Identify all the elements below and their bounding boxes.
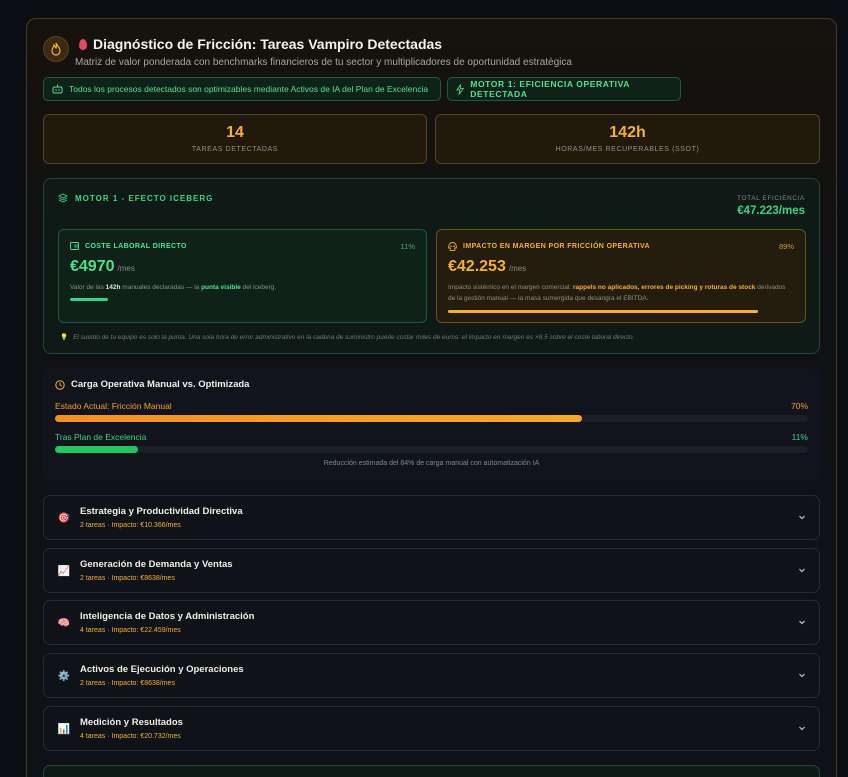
category-accordion-data[interactable]: 🧠 Inteligencia de Datos y Administración… [43, 600, 820, 645]
stat-hours-recoverable: 142h HORAS/MES RECUPERABLES (SSOT) [435, 114, 820, 164]
page-title-text: Diagnóstico de Fricción: Tareas Vampiro … [93, 36, 443, 52]
direct-labor-bar [70, 298, 108, 301]
current-state-percent: 70% [790, 401, 808, 411]
category-meta: 2 tareas · Impacto: €8638/mes [80, 575, 175, 582]
direct-labor-percent: 11% [400, 242, 415, 251]
total-efficiency-value: €47.223/mes [737, 205, 805, 217]
optimizable-chip-label: Todos los procesos detectados son optimi… [69, 84, 429, 94]
wallet-icon [70, 242, 79, 250]
bolt-icon [456, 83, 465, 95]
motor-chip-label: MOTOR 1: EFICIENCIA OPERATIVA DETECTADA [470, 79, 630, 99]
direct-labor-amount-value: €4970 [70, 258, 115, 275]
margin-impact-percent: 89% [778, 242, 794, 251]
margin-impact-description: Impacto sistémico en el margen comercial… [448, 282, 794, 304]
page-subtitle: Matriz de valor ponderada con benchmarks… [75, 57, 572, 68]
chevron-down-icon[interactable] [797, 723, 807, 733]
stat-value: 14 [226, 124, 244, 141]
current-state-fill [55, 415, 583, 422]
fire-icon [43, 36, 69, 62]
direct-labor-title: COSTE LABORAL DIRECTO [70, 242, 187, 250]
after-plan-track [55, 446, 808, 453]
workload-title: Carga Operativa Manual vs. Optimizada [55, 379, 249, 390]
iceberg-note-text: El sueldo de tu equipo es solo la punta.… [73, 333, 635, 341]
margin-impact-bar [448, 310, 758, 313]
clock-icon [55, 379, 65, 390]
chart-up-icon: 📈 [57, 565, 71, 577]
margin-impact-card: IMPACTO EN MARGEN POR FRICCIÓN OPERATIVA… [436, 229, 806, 323]
desc-hours: 142h [105, 284, 121, 291]
workload-title-text: Carga Operativa Manual vs. Optimizada [71, 379, 250, 390]
stat-label: TAREAS DETECTADAS [191, 146, 279, 153]
desc-part: del iceberg. [240, 284, 277, 291]
skull-icon [448, 242, 457, 251]
diagnostic-panel: Diagnóstico de Fricción: Tareas Vampiro … [26, 18, 837, 777]
desc-part: manuales declaradas — la [120, 284, 202, 291]
category-accordion-operations[interactable]: ⚙️ Activos de Ejecución y Operaciones 2 … [43, 653, 820, 698]
blood-drop-icon [79, 38, 87, 50]
iceberg-note: 💡 El sueldo de tu equipo es solo la punt… [60, 333, 635, 342]
layers-icon [58, 193, 68, 203]
chevron-down-icon[interactable] [797, 565, 807, 575]
optimizable-chip: Todos los procesos detectados son optimi… [43, 77, 441, 101]
category-accordion-strategy[interactable]: 🎯 Estrategia y Productividad Directiva 2… [43, 495, 820, 540]
category-name: Activos de Ejecución y Operaciones [80, 664, 244, 675]
direct-labor-unit: /mes [117, 264, 135, 273]
next-section-box [43, 765, 820, 777]
iceberg-title-text: MOTOR 1 - EFECTO ICEBERG [75, 193, 214, 203]
direct-labor-description: Valor de las 142h manuales declaradas — … [70, 282, 415, 293]
desc-tip: punta visible [201, 284, 241, 291]
brain-icon: 🧠 [57, 617, 71, 629]
bar-chart-icon: 📊 [57, 723, 71, 735]
chevron-down-icon[interactable] [797, 617, 807, 627]
margin-impact-amount-value: €42.253 [448, 258, 506, 275]
margin-impact-unit: /mes [508, 264, 527, 273]
motor-chip: MOTOR 1: EFICIENCIA OPERATIVA DETECTADA [447, 77, 681, 101]
direct-labor-title-text: COSTE LABORAL DIRECTO [85, 242, 187, 250]
category-meta: 4 tareas · Impacto: €20.732/mes [80, 733, 181, 740]
category-meta: 4 tareas · Impacto: €22.459/mes [80, 627, 181, 634]
after-plan-label: Tras Plan de Excelencia [55, 432, 147, 442]
margin-impact-amount: €42.253/mes [448, 258, 526, 276]
total-efficiency-label: TOTAL EFICIENCIA [737, 195, 805, 202]
after-plan-percent: 11% [791, 432, 808, 442]
workload-note: Reducción estimada del 84% de carga manu… [323, 460, 540, 467]
gear-icon: ⚙️ [57, 670, 71, 682]
stat-label: HORAS/MES RECUPERABLES (SSOT) [555, 146, 700, 153]
stat-tasks-detected: 14 TAREAS DETECTADAS [43, 114, 427, 164]
robot-icon [52, 84, 63, 94]
page-title: Diagnóstico de Fricción: Tareas Vampiro … [79, 36, 442, 52]
category-meta: 2 tareas · Impacto: €8638/mes [80, 680, 175, 687]
direct-labor-card: COSTE LABORAL DIRECTO 11% €4970/mes Valo… [58, 229, 427, 323]
category-name: Inteligencia de Datos y Administración [80, 611, 255, 622]
workload-section: Carga Operativa Manual vs. Optimizada Es… [43, 368, 820, 481]
category-name: Estrategia y Productividad Directiva [80, 506, 243, 517]
desc-highlight: rappels no aplicados, errores de picking… [573, 284, 756, 291]
chevron-down-icon[interactable] [797, 670, 807, 680]
current-state-label: Estado Actual: Fricción Manual [55, 401, 172, 411]
after-plan-fill [55, 446, 138, 453]
category-accordion-results[interactable]: 📊 Medición y Resultados 4 tareas · Impac… [43, 706, 820, 751]
desc-part: Impacto sistémico en el margen comercial… [448, 284, 573, 291]
lightbulb-icon: 💡 [60, 334, 69, 341]
category-meta: 2 tareas · Impacto: €10.366/mes [80, 522, 181, 529]
iceberg-title: MOTOR 1 - EFECTO ICEBERG [58, 193, 213, 203]
iceberg-section: MOTOR 1 - EFECTO ICEBERG TOTAL EFICIENCI… [43, 178, 820, 354]
target-icon: 🎯 [57, 512, 71, 524]
stat-value: 142h [609, 124, 646, 141]
chevron-down-icon[interactable] [797, 512, 807, 522]
margin-impact-title: IMPACTO EN MARGEN POR FRICCIÓN OPERATIVA [448, 242, 650, 251]
direct-labor-amount: €4970/mes [70, 258, 135, 276]
margin-impact-title-text: IMPACTO EN MARGEN POR FRICCIÓN OPERATIVA [463, 243, 650, 250]
desc-part: Valor de las [70, 284, 106, 291]
category-name: Generación de Demanda y Ventas [80, 559, 233, 570]
category-accordion-demand[interactable]: 📈 Generación de Demanda y Ventas 2 tarea… [43, 548, 820, 593]
current-state-track [55, 415, 808, 422]
category-name: Medición y Resultados [80, 717, 183, 728]
